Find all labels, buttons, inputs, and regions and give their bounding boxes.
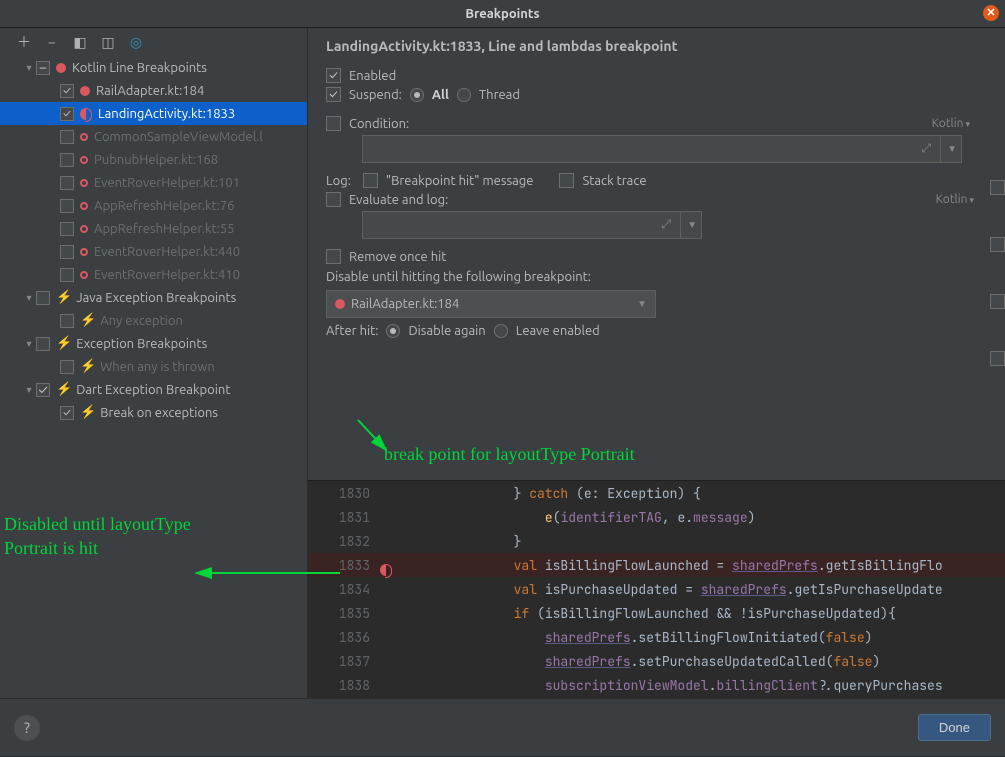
tree-item[interactable]: LandingActivity.kt:1833 [0, 102, 307, 125]
code-line: 1831 e(identifierTAG, e.message) [308, 505, 1005, 529]
breakpoint-dot-icon [335, 299, 345, 309]
tree-group[interactable]: ▾–Kotlin Line Breakpoints [0, 56, 307, 79]
eval-checkbox[interactable] [326, 192, 341, 207]
code-line: 1833 val isBillingFlowLaunched = sharedP… [308, 553, 1005, 577]
eval-lang[interactable]: Kotlin▾ [936, 193, 974, 206]
suspend-all-label: All [432, 88, 449, 102]
eval-field[interactable]: ⤢ ▼ [362, 211, 702, 239]
main-panel: ＋ − ◧ ◫ ◎ ▾–Kotlin Line BreakpointsRailA… [0, 28, 1005, 698]
dropdown-icon[interactable]: ▼ [940, 136, 957, 162]
tree-item[interactable]: EventRoverHelper.kt:440 [0, 240, 307, 263]
window-title: Breakpoints [465, 7, 539, 21]
log-label: Log: [326, 174, 351, 188]
tree-item[interactable]: EventRoverHelper.kt:101 [0, 171, 307, 194]
help-button[interactable]: ? [14, 715, 40, 741]
log-stack-label: Stack trace [582, 174, 646, 188]
close-icon[interactable]: ✕ [983, 5, 999, 21]
remove-once-hit-checkbox[interactable] [326, 249, 341, 264]
code-line: 1834 val isPurchaseUpdated = sharedPrefs… [308, 577, 1005, 601]
code-preview[interactable]: 1830 } catch (e: Exception) {1831 e(iden… [308, 480, 1005, 698]
tree-group[interactable]: ▾⚡Java Exception Breakpoints [0, 286, 307, 309]
detail-heading: LandingActivity.kt:1833, Line and lambda… [326, 38, 995, 54]
add-icon[interactable]: ＋ [16, 34, 32, 50]
suspend-all-radio[interactable] [410, 88, 424, 102]
after-disable-label: Disable again [408, 324, 485, 338]
suspend-label: Suspend: [349, 88, 402, 102]
breakpoint-detail-panel: LandingActivity.kt:1833, Line and lambda… [308, 28, 1005, 698]
breakpoint-tree-panel: ＋ − ◧ ◫ ◎ ▾–Kotlin Line BreakpointsRailA… [0, 28, 308, 698]
tree-toolbar: ＋ − ◧ ◫ ◎ [0, 34, 307, 56]
tree-item[interactable]: RailAdapter.kt:184 [0, 79, 307, 102]
tree-item[interactable]: EventRoverHelper.kt:410 [0, 263, 307, 286]
dialog-footer: ? Done [0, 698, 1005, 756]
tree-group[interactable]: ▾✓⚡Dart Exception Breakpoint [0, 378, 307, 401]
tree-item[interactable]: AppRefreshHelper.kt:76 [0, 194, 307, 217]
expand-icon[interactable]: ⤢ [921, 142, 931, 156]
tree-item[interactable]: AppRefreshHelper.kt:55 [0, 217, 307, 240]
suspend-checkbox[interactable] [326, 87, 341, 102]
pass-count-checkbox[interactable] [990, 294, 1005, 309]
title-bar: Breakpoints ✕ [0, 0, 1005, 28]
caller-filters-checkbox[interactable] [990, 351, 1005, 366]
disable-until-label: Disable until hitting the following brea… [326, 270, 591, 284]
expand-icon[interactable]: ⤢ [661, 218, 671, 232]
tree-item[interactable]: ⚡Any exception [0, 309, 307, 332]
done-button[interactable]: Done [918, 714, 991, 741]
condition-checkbox[interactable] [326, 116, 341, 131]
code-line: 1835 if (isBillingFlowLaunched && !isPur… [308, 601, 1005, 625]
eval-label: Evaluate and log: [349, 193, 448, 207]
group-by-package-icon[interactable]: ◧ [72, 34, 88, 50]
breakpoint-tree[interactable]: ▾–Kotlin Line BreakpointsRailAdapter.kt:… [0, 56, 307, 424]
log-bphit-checkbox[interactable] [363, 173, 378, 188]
suspend-thread-label: Thread [479, 88, 520, 102]
log-bphit-label: "Breakpoint hit" message [386, 174, 534, 188]
dropdown-icon[interactable]: ▼ [680, 212, 697, 238]
instance-filters-checkbox[interactable] [990, 180, 1005, 195]
after-disable-radio[interactable] [386, 324, 400, 338]
suspend-thread-radio[interactable] [457, 88, 471, 102]
disable-until-value: RailAdapter.kt:184 [351, 297, 459, 311]
condition-lang[interactable]: Kotlin▾ [932, 117, 970, 130]
condition-label: Condition: [349, 117, 409, 131]
class-filters-checkbox[interactable] [990, 237, 1005, 252]
dropdown-icon[interactable]: ▼ [637, 298, 647, 310]
after-hit-label: After hit: [326, 324, 378, 338]
group-by-file-icon[interactable]: ◫ [100, 34, 116, 50]
code-line: 1832 } [308, 529, 1005, 553]
code-line: 1836 sharedPrefs.setBillingFlowInitiated… [308, 625, 1005, 649]
tree-item[interactable]: ⚡Break on exceptions [0, 401, 307, 424]
remove-once-hit-label: Remove once hit [349, 250, 446, 264]
tree-item[interactable]: PubnubHelper.kt:168 [0, 148, 307, 171]
code-line: 1830 } catch (e: Exception) { [308, 481, 1005, 505]
tree-group[interactable]: ▾⚡Exception Breakpoints [0, 332, 307, 355]
tree-item[interactable]: CommonSampleViewModel.l [0, 125, 307, 148]
condition-field[interactable]: ⤢ ▼ [362, 135, 962, 163]
enabled-label: Enabled [349, 69, 396, 83]
group-by-type-icon[interactable]: ◎ [128, 34, 144, 50]
log-stack-checkbox[interactable] [559, 173, 574, 188]
tree-item[interactable]: ⚡When any is thrown [0, 355, 307, 378]
enabled-checkbox[interactable] [326, 68, 341, 83]
after-leave-radio[interactable] [494, 324, 508, 338]
code-line: 1838 subscriptionViewModel.billingClient… [308, 673, 1005, 697]
remove-icon[interactable]: − [44, 34, 60, 50]
disable-until-combo[interactable]: RailAdapter.kt:184 ▼ [326, 290, 656, 318]
code-line: 1837 sharedPrefs.setPurchaseUpdatedCalle… [308, 649, 1005, 673]
after-leave-label: Leave enabled [516, 324, 600, 338]
